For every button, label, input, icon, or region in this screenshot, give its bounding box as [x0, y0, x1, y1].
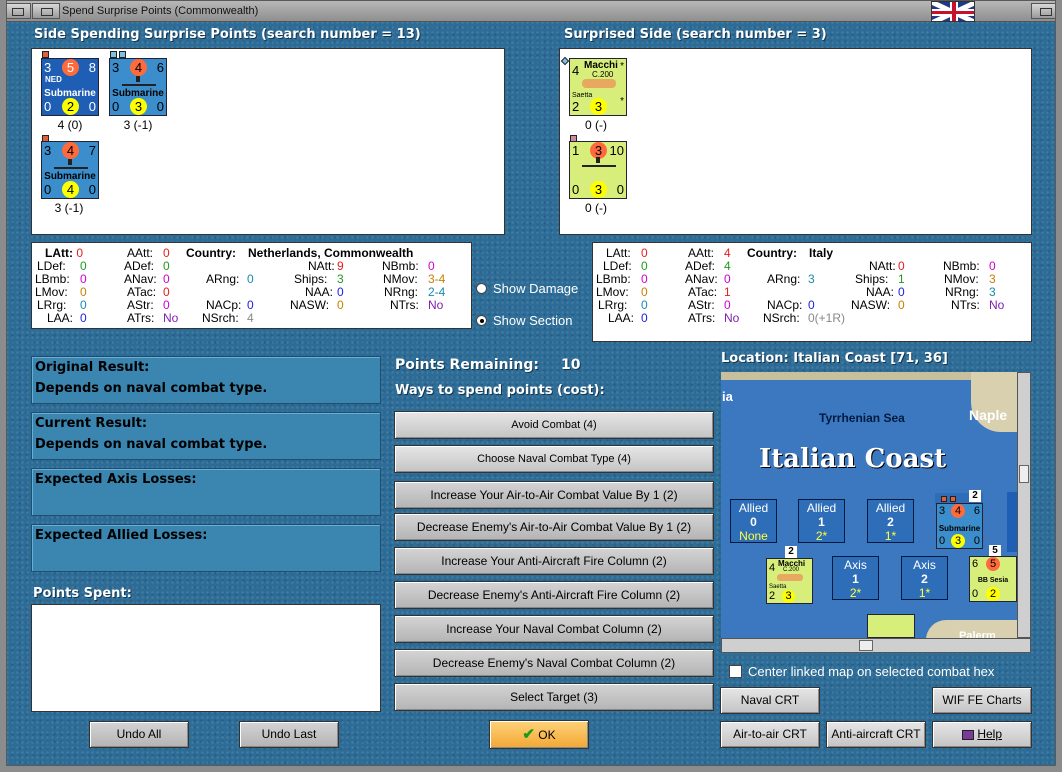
show-section-label[interactable]: Show Section	[493, 313, 573, 328]
aircraft-icon	[582, 79, 616, 88]
ways-to-spend-label: Ways to spend points (cost):	[395, 383, 605, 398]
surprised-side-header: Surprised Side (search number = 3)	[564, 27, 827, 42]
unit-marker-icon	[560, 56, 570, 66]
unit-counter-macchi[interactable]: 4 Macchi C.200 * Saetta 23 *	[569, 58, 627, 116]
unit-counter-cruiser[interactable]: 1 3 10 030	[569, 141, 627, 199]
unit-marker-icon	[42, 51, 49, 58]
axis-box-2[interactable]: Axis 2 1*	[901, 556, 948, 600]
show-damage-label[interactable]: Show Damage	[493, 281, 578, 296]
original-result-box: Original Result: Depends on naval combat …	[31, 356, 381, 404]
map-ship-counter[interactable]: 65 BB Sesia 02	[969, 556, 1017, 602]
spending-side-header: Side Spending Surprise Points (search nu…	[34, 27, 421, 42]
location-label: Location: Italian Coast [71, 36]	[721, 351, 948, 366]
unit-counter-submarine[interactable]: 347 Submarine 040	[41, 141, 99, 199]
surprised-side-units-panel: 4 Macchi C.200 * Saetta 23 * 0 (-) 1 3 10 …	[559, 48, 1032, 235]
allied-box-1[interactable]: Allied 1 2*	[798, 499, 845, 543]
air-to-air-crt-button[interactable]: Air-to-air CRT	[720, 721, 820, 748]
unit-label: 4 (0)	[57, 118, 83, 132]
unit-counter-submarine[interactable]: 358 NED Submarine 020	[41, 58, 99, 116]
points-remaining-value: 10	[561, 357, 581, 373]
map-submarine-counter[interactable]: 346 Submarine 030	[936, 503, 983, 549]
help-book-icon	[961, 729, 974, 740]
help-button[interactable]: Help	[932, 721, 1032, 748]
increase-naval-combat-button[interactable]: Increase Your Naval Combat Column (2)	[394, 615, 714, 643]
map-horizontal-scrollbar[interactable]	[721, 638, 1031, 653]
center-map-checkbox[interactable]	[729, 665, 742, 678]
undo-all-button[interactable]: Undo All	[89, 721, 189, 748]
unit-marker-icon	[110, 51, 117, 58]
points-spent-list[interactable]	[31, 604, 381, 712]
allied-box-2[interactable]: Allied 2 1*	[867, 499, 914, 543]
map-partial-counter[interactable]	[867, 614, 915, 638]
center-map-label[interactable]: Center linked map on selected combat hex	[748, 664, 994, 679]
points-remaining-label: Points Remaining:	[395, 357, 540, 373]
checkmark-icon: ✔	[522, 726, 535, 743]
increase-anti-aircraft-button[interactable]: Increase Your Anti-Aircraft Fire Column …	[394, 547, 714, 575]
unit-label: 3 (-1)	[123, 118, 153, 132]
undo-last-button[interactable]: Undo Last	[239, 721, 339, 748]
sea-name: Tyrrhenian Sea	[819, 411, 905, 425]
show-section-radio[interactable]	[476, 315, 487, 326]
increase-air-to-air-button[interactable]: Increase Your Air-to-Air Combat Value By…	[394, 481, 714, 509]
anti-aircraft-crt-button[interactable]: Anti-aircraft CRT	[826, 721, 926, 748]
points-spent-label: Points Spent:	[33, 586, 132, 601]
unit-counter-submarine[interactable]: 346 Submarine 030	[109, 58, 167, 116]
select-target-button[interactable]: Select Target (3)	[394, 683, 714, 711]
unit-marker-icon	[119, 51, 126, 58]
dialog-window: Spend Surprise Points (Commonwealth) Sid…	[0, 0, 1062, 772]
union-jack-flag-icon	[931, 1, 975, 22]
stats-panel-right: LAtt: 0 LDef: 0 LBmb: 0 LMov: 0 LRrg: 0 LAA: 0…	[592, 242, 1032, 342]
unit-label: 0 (-)	[585, 118, 607, 132]
allied-box-0[interactable]: Allied 0 None	[730, 499, 777, 543]
restore-button[interactable]	[32, 3, 60, 19]
expected-axis-losses-box: Expected Axis Losses:	[31, 468, 381, 516]
spending-side-units-panel: 358 NED Submarine 020 4 (0) 346 Submarin…	[31, 48, 505, 235]
city-name: Naple	[969, 407, 1008, 423]
close-button[interactable]	[1031, 3, 1059, 19]
map-vertical-scrollbar[interactable]	[1017, 372, 1031, 638]
window-title: Spend Surprise Points (Commonwealth)	[62, 5, 259, 17]
avoid-combat-button[interactable]: Avoid Combat (4)	[394, 411, 714, 439]
decrease-enemy-air-to-air-button[interactable]: Decrease Enemy's Air-to-Air Combat Value…	[394, 513, 714, 541]
map-offscreen-counter[interactable]	[1007, 492, 1017, 552]
current-result-box: Current Result: Depends on naval combat t…	[31, 412, 381, 460]
naval-crt-button[interactable]: Naval CRT	[720, 687, 820, 714]
decrease-enemy-anti-aircraft-button[interactable]: Decrease Enemy's Anti-Aircraft Fire Colu…	[394, 581, 714, 609]
expected-allied-losses-box: Expected Allied Losses:	[31, 524, 381, 572]
map-title: Italian Coast	[759, 444, 947, 474]
title-bar: Spend Surprise Points (Commonwealth)	[0, 0, 1062, 22]
wif-fe-charts-button[interactable]: WIF FE Charts	[932, 687, 1032, 714]
system-menu-button[interactable]	[3, 3, 31, 19]
choose-naval-combat-type-button[interactable]: Choose Naval Combat Type (4)	[394, 445, 714, 473]
decrease-enemy-naval-combat-button[interactable]: Decrease Enemy's Naval Combat Column (2)	[394, 649, 714, 677]
ok-button[interactable]: ✔ OK	[489, 720, 589, 749]
show-damage-radio[interactable]	[476, 283, 487, 294]
axis-box-1[interactable]: Axis 1 2*	[832, 556, 879, 600]
linked-map[interactable]: ia Tyrrhenian Sea Naple Italian Coast Al…	[721, 372, 1017, 638]
unit-label: 3 (-1)	[54, 201, 84, 215]
stats-panel-left: LAtt: 0 LDef: 0 LBmb: 0 LMov: 0 LRrg: 0 LAA:…	[31, 242, 472, 329]
map-macchi-counter[interactable]: 4 Macchi C.200 Saetta 23	[766, 558, 813, 604]
unit-label: 0 (-)	[585, 201, 607, 215]
